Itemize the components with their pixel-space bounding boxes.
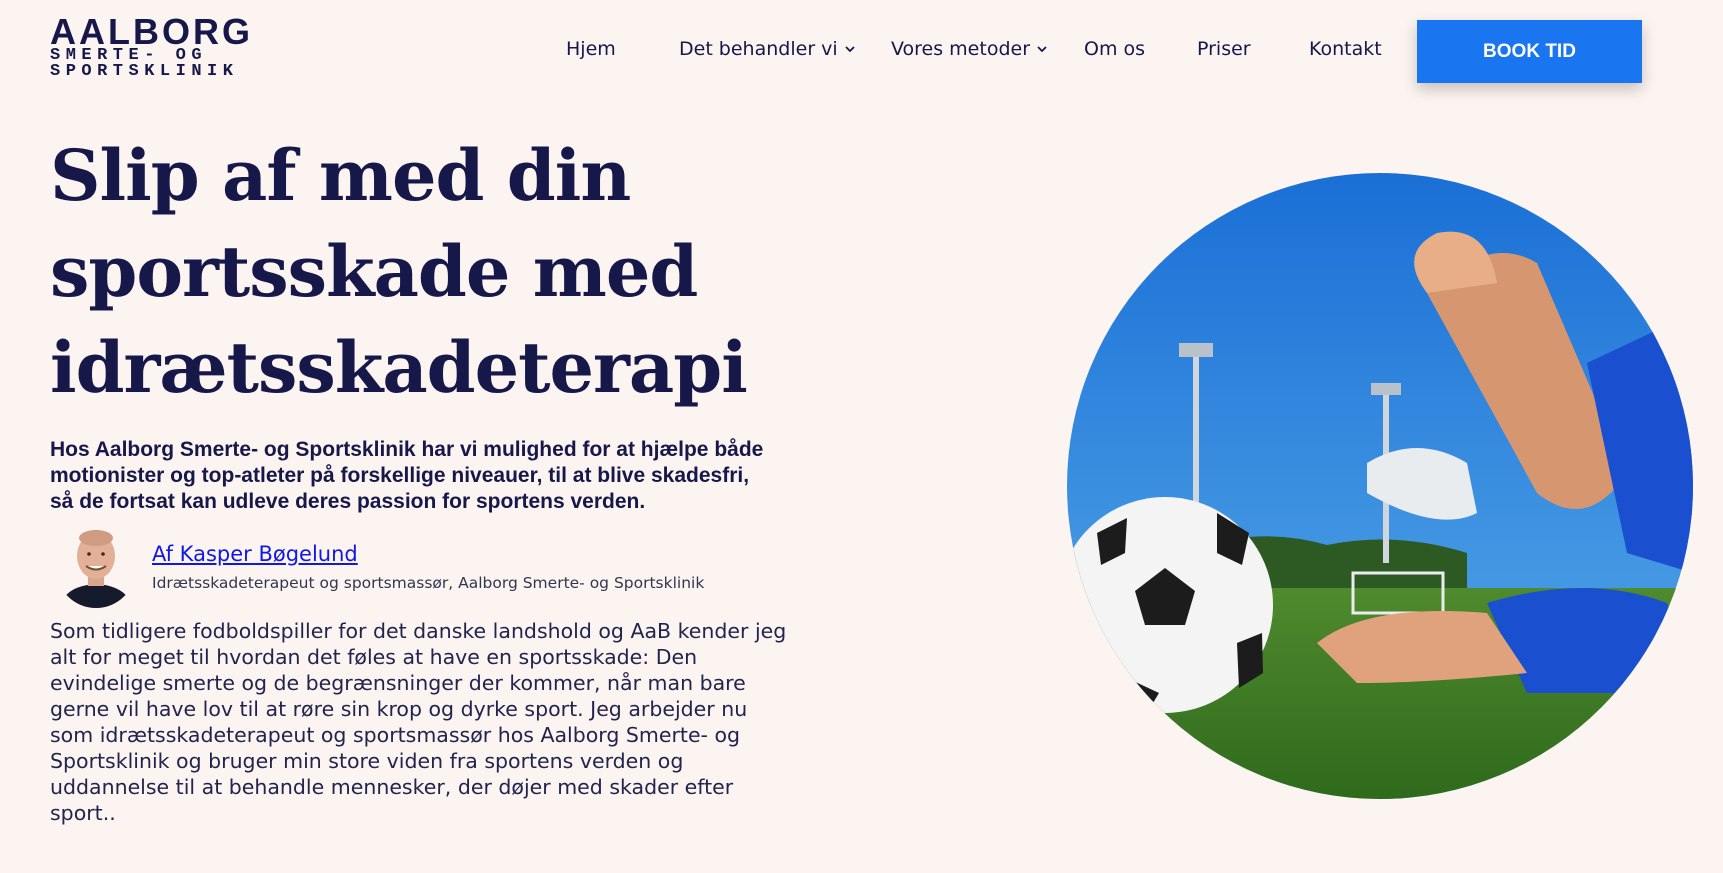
nav-item-vores-metoder[interactable]: Vores metoder: [891, 38, 1048, 60]
nav-item-om-os[interactable]: Om os: [1084, 38, 1145, 60]
author-byline: Af Kasper Bøgelund Idrætsskadeterapeut o…: [56, 524, 876, 608]
page: AALBORG SMERTE- OG SPORTSKLINIK Hjem Det…: [0, 0, 1723, 873]
nav-item-label: Kontakt: [1309, 38, 1382, 60]
nav-item-label: Priser: [1197, 38, 1251, 60]
title-line: idrætsskadeterapi: [50, 326, 748, 409]
body-line: som idrætsskadeterapeut og sportsmassør …: [50, 723, 741, 747]
nav-item-hjem[interactable]: Hjem: [566, 38, 616, 60]
logo-line-3: SPORTSKLINIK: [50, 62, 239, 81]
body-line: Som tidligere fodboldspiller for det dan…: [50, 619, 787, 643]
lead-line: Hos Aalborg Smerte- og Sportsklinik har …: [50, 438, 764, 461]
avatar: [56, 524, 136, 608]
lead-line: så de fortsat kan udleve deres passion f…: [50, 490, 646, 513]
body-line: Sportsklinik og bruger min store viden f…: [50, 749, 684, 773]
nav-item-label: Hjem: [566, 38, 616, 60]
hero-image: [1067, 173, 1693, 799]
author-role: Idrætsskadeterapeut og sportsmassør, Aal…: [152, 574, 705, 592]
title-line: Slip af med din: [50, 134, 631, 217]
nav-item-kontakt[interactable]: Kontakt: [1309, 38, 1382, 60]
lead-line: motionister og top-atleter på forskellig…: [50, 464, 750, 487]
body-line: gerne vil have lov til at røre sin krop …: [50, 697, 748, 721]
nav-item-label: Det behandler vi: [679, 38, 838, 60]
nav-item-label: Vores metoder: [891, 38, 1031, 60]
nav-item-priser[interactable]: Priser: [1197, 38, 1251, 60]
author-link[interactable]: Af Kasper Bøgelund: [152, 542, 358, 566]
lead-paragraph: Hos Aalborg Smerte- og Sportsklinik har …: [50, 437, 870, 515]
nav-item-det-behandler-vi[interactable]: Det behandler vi: [679, 38, 856, 60]
body-line: uddannelse til at behandle mennesker, de…: [50, 775, 734, 799]
chevron-down-icon: [845, 46, 855, 53]
title-line: sportsskade med: [50, 230, 698, 313]
body-line: sport..: [50, 801, 116, 825]
body-line: alt for meget til hvordan det føles at h…: [50, 645, 698, 669]
page-title: Slip af med din sportsskade med idrætssk…: [50, 128, 870, 416]
intro-text: Som tidligere fodboldspiller for det dan…: [50, 618, 870, 826]
chevron-down-icon: [1037, 46, 1047, 53]
body-line: evindelige smerte og de begrænsninger de…: [50, 671, 746, 695]
nav-item-label: Om os: [1084, 38, 1146, 60]
book-tid-button[interactable]: BOOK TID: [1417, 20, 1642, 83]
